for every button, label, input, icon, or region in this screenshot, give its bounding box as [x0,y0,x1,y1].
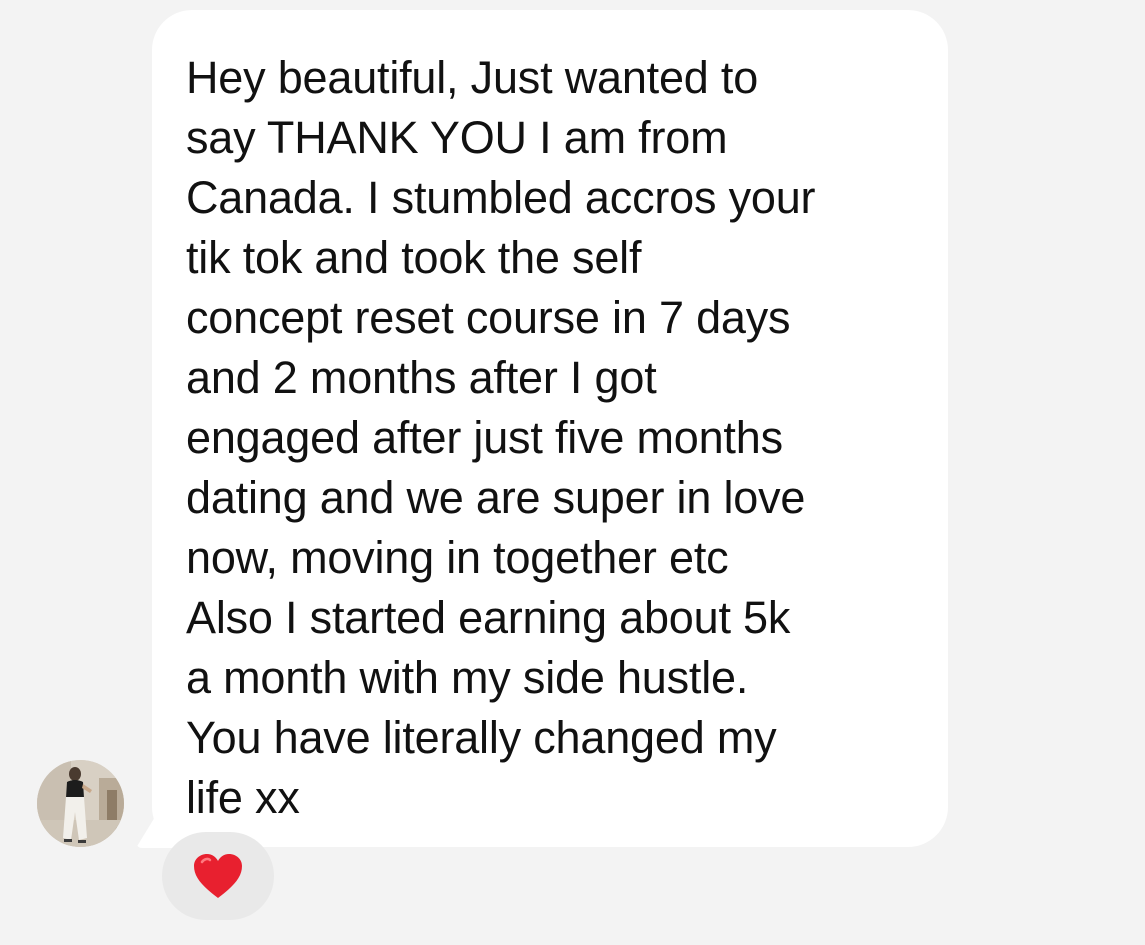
message-line: concept reset course in 7 days [186,292,791,343]
message-text: Hey beautiful, Just wanted to say THANK … [186,48,918,828]
message-line: Hey beautiful, Just wanted to [186,52,759,103]
message-line: Also I started earning about 5k [186,592,791,643]
message-line: You have literally changed my [186,712,777,763]
message-line: a month with my side hustle. [186,652,749,703]
message-thread: Hey beautiful, Just wanted to say THANK … [0,0,1145,945]
message-line: life xx [186,772,300,823]
red-heart-icon [194,854,242,898]
message-line: say THANK YOU I am from [186,112,728,163]
message-line: now, moving in together etc [186,532,729,583]
message-line: tik tok and took the self [186,232,642,283]
message-bubble[interactable]: Hey beautiful, Just wanted to say THANK … [152,10,948,847]
message-line: dating and we are super in love [186,472,806,523]
message-line: and 2 months after I got [186,352,657,403]
reaction-pill[interactable] [162,832,274,920]
message-line: engaged after just five months [186,412,783,463]
message-line: Canada. I stumbled accros your [186,172,816,223]
sender-avatar[interactable] [37,760,124,847]
user-avatar-photo-icon [37,760,124,847]
